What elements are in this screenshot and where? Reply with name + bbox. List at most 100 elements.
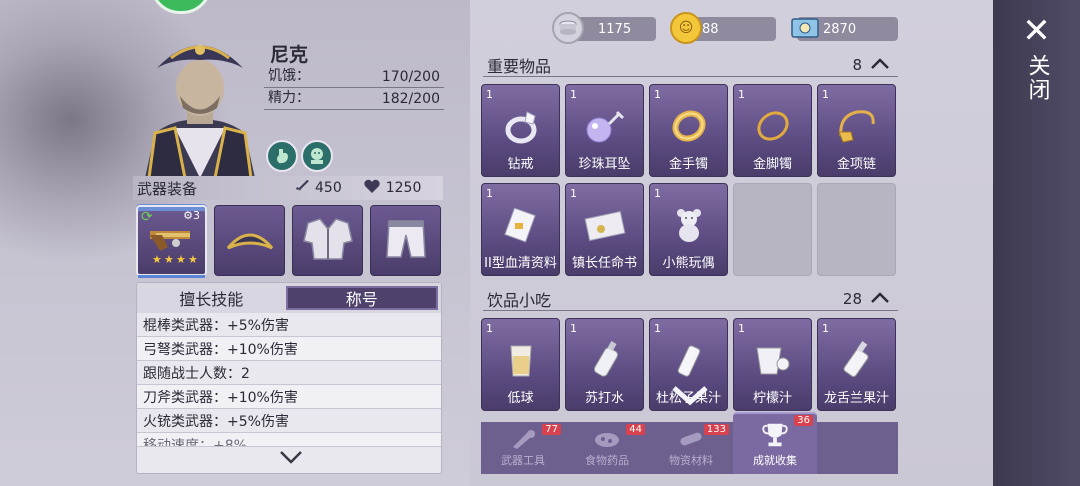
attack-stat: 450 [293, 178, 342, 198]
tequila-bottle-icon [834, 337, 880, 383]
diamond-ring-icon [498, 103, 544, 149]
tab-badge: 44 [626, 424, 645, 435]
skill-row: 棍棒类武器：+5%伤害 [137, 313, 441, 337]
equip-slot-weapon[interactable]: ⟳ ⚙3 ★ ★ ★ ★ [136, 205, 207, 278]
important-items-title: 重要物品 [487, 56, 552, 76]
star-icon: ★ [188, 253, 198, 266]
drinks-header[interactable]: 饮品小吃 28 [483, 287, 898, 311]
ticket-value: 2870 [823, 21, 857, 37]
tab-label: 成就收集 [753, 454, 797, 467]
item-card[interactable]: 1 金手镯 [649, 84, 728, 177]
tab-weapons-tools[interactable]: 77 武器工具 [481, 422, 565, 474]
energy-value: 182/200 [381, 91, 440, 107]
trophy-icon [760, 421, 790, 449]
health-value: 1250 [385, 180, 422, 196]
star-icon: ★ [176, 253, 186, 266]
energy-stat: 精力： 182/200 [264, 88, 444, 110]
empty-item-slot [733, 183, 812, 276]
item-card[interactable]: 1 金脚镯 [733, 84, 812, 177]
weapon-level: ⚙3 [183, 209, 200, 222]
chevron-up-icon[interactable] [870, 56, 890, 74]
highball-glass-icon [498, 337, 544, 383]
skill-row: 移动速度：+8% [137, 433, 441, 447]
skill-row: 跟随战士人数：2 [137, 361, 441, 385]
heart-icon [364, 179, 380, 197]
coat-icon [302, 217, 354, 265]
tricorn-hat-icon [225, 222, 275, 260]
chevron-down-icon[interactable] [279, 448, 303, 469]
item-card[interactable]: 1 珍珠耳坠 [565, 84, 644, 177]
empty-item-slot [817, 183, 896, 276]
attack-value: 450 [315, 180, 342, 196]
sword-icon [293, 178, 309, 198]
equip-slot-hat[interactable] [214, 205, 285, 276]
teddy-bear-icon [666, 202, 712, 248]
tab-label: 物资材料 [669, 454, 713, 467]
hunger-value: 170/200 [381, 69, 440, 85]
tab-badge: 36 [794, 415, 813, 426]
scroll-down-icon[interactable] [670, 384, 710, 408]
ticket-currency: 2870 [791, 17, 898, 41]
skills-tabs: 擅长技能 称号 [137, 283, 441, 313]
stomach-status-icon[interactable] [266, 140, 298, 172]
gold-anklet-icon [750, 103, 796, 149]
character-portrait [135, 28, 265, 180]
chevron-up-icon[interactable] [870, 290, 890, 308]
character-name: 尼克 [270, 44, 309, 66]
weapon-stars: ★ ★ ★ ★ [152, 254, 199, 265]
item-card[interactable]: 1 钻戒 [481, 84, 560, 177]
close-label[interactable]: 关闭 [1021, 54, 1053, 102]
category-tabs: 77 武器工具 44 食物药品 133 物资材料 36 成就收集 [481, 412, 898, 474]
tab-label: 武器工具 [501, 454, 545, 467]
star-icon: ★ [152, 253, 162, 266]
close-icon[interactable]: ✕ [1022, 14, 1051, 48]
close-panel[interactable]: ✕ 关闭 [993, 0, 1080, 486]
item-card[interactable]: 1 小熊玩偶 [649, 183, 728, 276]
important-items-header[interactable]: 重要物品 8 [483, 53, 898, 77]
skills-panel: 擅长技能 称号 棍棒类武器：+5%伤害 弓弩类武器：+10%伤害 跟随战士人数：… [136, 282, 442, 474]
star-icon: ★ [164, 253, 174, 266]
equip-slot-coat[interactable] [292, 205, 363, 276]
soda-bottle-icon [582, 337, 628, 383]
item-card[interactable]: 1 龙舌兰果汁 [817, 318, 896, 411]
gold-necklace-icon [834, 103, 880, 149]
tab-skills[interactable]: 擅长技能 [137, 283, 286, 313]
hunger-label: 饥饿： [268, 68, 310, 84]
selected-underline [138, 275, 205, 278]
equip-slot-pants[interactable] [370, 205, 441, 276]
tab-titles[interactable]: 称号 [285, 286, 438, 310]
gold-bracelet-icon [666, 103, 712, 149]
mood-status-icon[interactable] [301, 140, 333, 172]
tab-label: 食物药品 [585, 454, 629, 467]
tab-achievements[interactable]: 36 成就收集 [733, 412, 817, 474]
tab-badge: 133 [703, 424, 729, 435]
drinks-title: 饮品小吃 [487, 290, 552, 310]
tools-icon [508, 429, 538, 449]
equipment-title: 武器装备 [137, 179, 198, 198]
skill-row: 刀斧类武器：+10%伤害 [137, 385, 441, 409]
health-stat: 1250 [364, 179, 422, 197]
drinks-count: 28 [843, 290, 890, 308]
item-card[interactable]: 1 金项链 [817, 84, 896, 177]
serum-document-icon [498, 202, 544, 248]
photo-ticket-icon [789, 12, 821, 44]
item-card[interactable]: 1 II型血清资料 [481, 183, 560, 276]
silver-coins-icon [552, 12, 584, 44]
tab-materials[interactable]: 133 物资材料 [649, 422, 733, 474]
item-card[interactable]: 1 柠檬汁 [733, 318, 812, 411]
skills-list[interactable]: 棍棒类武器：+5%伤害 弓弩类武器：+10%伤害 跟随战士人数：2 刀斧类武器：… [137, 313, 441, 447]
lemon-juice-glass-icon [750, 337, 796, 383]
gold-coin-icon: ☺ [670, 12, 702, 44]
energy-label: 精力： [268, 90, 310, 106]
item-card[interactable]: 1 镇长任命书 [565, 183, 644, 276]
item-card[interactable]: 1 低球 [481, 318, 560, 411]
gold-currency: ☺ 88 [670, 12, 776, 44]
gold-value: 88 [702, 21, 719, 37]
pants-icon [383, 217, 429, 265]
item-card[interactable]: 1 苏打水 [565, 318, 644, 411]
food-icon [592, 429, 622, 449]
envelope-icon [582, 202, 628, 248]
skill-row: 火铳类武器：+5%伤害 [137, 409, 441, 433]
pearl-earring-icon [582, 103, 628, 149]
tab-food-medicine[interactable]: 44 食物药品 [565, 422, 649, 474]
